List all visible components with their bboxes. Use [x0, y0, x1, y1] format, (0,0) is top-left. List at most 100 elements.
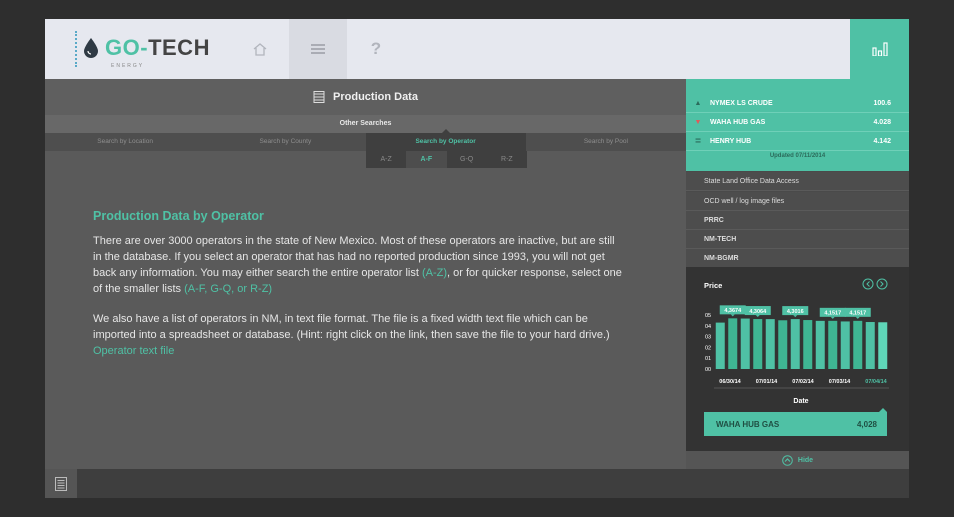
- up-arrow-icon: ▲: [694, 99, 702, 107]
- chart-toggle-button[interactable]: [850, 19, 909, 85]
- y-tick-label: 02: [705, 345, 711, 351]
- tab-search-by-location[interactable]: Search by Location: [45, 133, 205, 151]
- data-label-pointer: [730, 314, 735, 317]
- chevron-up-circle-icon: [782, 454, 793, 466]
- tab-a-f[interactable]: A-F: [406, 151, 447, 168]
- data-label: 4,1517: [849, 311, 866, 317]
- right-sidebar: ▲ NYMEX LS CRUDE 100.6 ▼ WAHA HUB GAS 4.…: [686, 79, 909, 469]
- ticker-updated-time: Updated 07/11/2014: [769, 153, 826, 159]
- x-tick-label: 07/04/14: [865, 379, 887, 385]
- data-label: 4,1517: [824, 311, 841, 317]
- equal-icon: =: [695, 135, 701, 147]
- link-operator-text-file[interactable]: Operator text file: [93, 345, 174, 357]
- ticker-name: WAHA HUB GAS: [710, 118, 766, 126]
- x-tick-label: 07/01/14: [756, 379, 778, 385]
- data-label-pointer: [855, 316, 860, 319]
- x-tick-label: 06/30/14: [719, 379, 741, 385]
- down-arrow-icon: ▼: [694, 118, 702, 126]
- price-ticker: ▲ NYMEX LS CRUDE 100.6 ▼ WAHA HUB GAS 4.…: [686, 79, 909, 171]
- logo-go: GO: [105, 35, 141, 60]
- chart-bar: [715, 322, 725, 369]
- price-chart: Price 05 04 03 02 01 00 4,3674 4,3064 4,3016 4,151…: [704, 278, 889, 436]
- main-content: Production Data by Operator There are ov…: [93, 209, 623, 373]
- data-label: 4,3674: [724, 308, 742, 314]
- link-ocd-well-files[interactable]: OCD well / log image files: [686, 192, 909, 211]
- chart-bar: [840, 321, 850, 369]
- hamburger-menu-icon: [311, 44, 325, 54]
- data-label-pointer: [793, 315, 798, 318]
- help-button[interactable]: ?: [347, 19, 405, 79]
- chart-bar: [878, 322, 888, 369]
- chart-bar: [753, 319, 763, 369]
- chart-bar: [828, 320, 838, 369]
- logo-subtitle: ENERGY: [111, 63, 145, 69]
- y-tick-label: 03: [705, 335, 711, 341]
- y-tick-label: 04: [705, 324, 711, 330]
- x-tick-label: 07/02/14: [792, 379, 814, 385]
- chart-bar: [853, 320, 863, 369]
- ticker-value: 4.142: [873, 137, 891, 145]
- y-tick-label: 05: [705, 313, 711, 319]
- operator-letter-tabs: A-Z A-F G-Q R-Z: [366, 151, 527, 168]
- ticker-name: HENRY HUB: [710, 137, 752, 145]
- text-file-paragraph: We also have a list of operators in NM, …: [93, 311, 623, 359]
- ticker-value: 100.6: [873, 99, 891, 107]
- link-smaller-lists[interactable]: (A-F, G-Q, or R-Z): [184, 283, 272, 295]
- link-nm-tech[interactable]: NM-TECH: [686, 230, 909, 249]
- oil-drop-icon: [84, 38, 98, 58]
- tab-r-z[interactable]: R-Z: [487, 151, 527, 168]
- tab-search-by-operator[interactable]: Search by Operator: [365, 129, 526, 151]
- chart-bar: [790, 319, 800, 369]
- link-prrc[interactable]: PRRC: [686, 211, 909, 230]
- chart-bar: [865, 322, 875, 369]
- film-strip-icon: [313, 91, 325, 103]
- x-tick-label: 07/03/14: [829, 379, 851, 385]
- y-tick-label: 01: [705, 356, 711, 362]
- tab-g-q[interactable]: G-Q: [447, 151, 487, 168]
- search-tabs: Search by Location Search by County Sear…: [45, 129, 686, 151]
- selected-series-pointer: [879, 408, 887, 412]
- home-icon: [253, 43, 267, 56]
- home-button[interactable]: [231, 19, 289, 79]
- logo-tech: TECH: [148, 35, 210, 60]
- tab-search-by-county[interactable]: Search by County: [205, 133, 365, 151]
- chart-bar: [728, 318, 738, 369]
- document-button[interactable]: [45, 469, 77, 498]
- chart-bar: [765, 319, 775, 369]
- logo-dotted-line: [75, 31, 77, 67]
- content-heading: Production Data by Operator: [93, 209, 264, 223]
- ticker-row[interactable]: ▲ NYMEX LS CRUDE 100.6: [686, 94, 909, 113]
- operators-paragraph: There are over 3000 operators in the sta…: [93, 233, 623, 297]
- data-label: 4,3064: [749, 309, 767, 315]
- next-chevron-icon: [880, 281, 884, 287]
- chart-bar: [778, 320, 788, 369]
- chart-xlabel: Date: [793, 398, 808, 405]
- app-window: GO-TECH ENERGY ? Production Data Other S…: [45, 19, 909, 498]
- bottom-bar: [45, 469, 909, 498]
- tab-a-z[interactable]: A-Z: [366, 151, 406, 168]
- ticker-row[interactable]: ▼ WAHA HUB GAS 4.028: [686, 113, 909, 132]
- ticker-value: 4.028: [873, 118, 891, 126]
- selected-series-name: WAHA HUB GAS: [716, 420, 780, 429]
- ticker-name: NYMEX LS CRUDE: [710, 99, 773, 107]
- hide-button[interactable]: Hide: [686, 451, 909, 469]
- tab-search-by-pool[interactable]: Search by Pool: [526, 133, 686, 151]
- data-label: 4,3016: [787, 309, 804, 315]
- link-nm-bgmr[interactable]: NM-BGMR: [686, 249, 909, 268]
- data-label-pointer: [830, 316, 835, 319]
- menu-button[interactable]: [289, 19, 347, 79]
- prev-chevron-icon: [866, 281, 870, 287]
- page-title: Production Data: [333, 91, 418, 103]
- link-state-land-office[interactable]: State Land Office Data Access: [686, 172, 909, 191]
- bar-chart-icon: [871, 42, 888, 56]
- help-label: ?: [370, 39, 382, 58]
- document-icon: [55, 476, 67, 491]
- top-header: GO-TECH ENERGY ?: [45, 19, 909, 85]
- selected-series-value: 4,028: [857, 420, 878, 429]
- gotech-logo[interactable]: GO-TECH ENERGY: [75, 31, 215, 69]
- link-a-z[interactable]: (A-Z): [422, 267, 447, 279]
- next-circle-icon: [876, 278, 888, 290]
- chart-ylabel: Price: [704, 281, 722, 290]
- page-title-bar: Production Data: [45, 79, 686, 115]
- ticker-row[interactable]: = HENRY HUB 4.142: [686, 132, 909, 151]
